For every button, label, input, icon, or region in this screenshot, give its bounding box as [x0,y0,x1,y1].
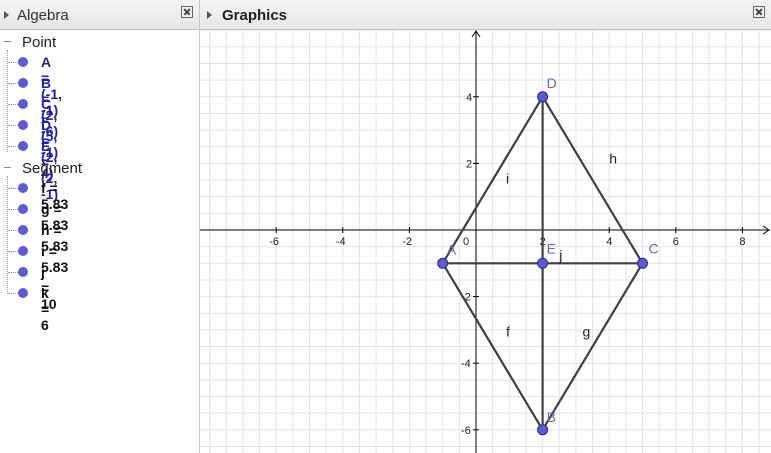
visibility-toggle[interactable] [18,141,28,151]
collapse-minus-icon[interactable] [4,41,11,42]
tree-connector [8,293,18,294]
category-label: Segment [22,160,83,177]
visibility-toggle[interactable] [18,120,28,130]
x-tick-label: 4 [606,236,612,248]
x-tick-label: 8 [739,236,745,248]
close-icon[interactable] [753,6,765,18]
graphics-titlebar: Graphics [200,0,771,30]
algebra-view: Algebra Point A = (-1, -1) B = (2, -6) C… [0,0,200,453]
x-tick-label: -2 [402,236,412,248]
y-tick-label: -4 [461,358,471,370]
point-label-E: E [547,240,556,256]
point-label-B: B [547,409,556,425]
visibility-toggle[interactable] [18,267,28,277]
point-D [537,91,549,103]
tree-line [7,50,8,152]
object-definition: k = 6 [41,285,50,333]
segment-label-g: g [583,324,591,340]
point-E [537,257,549,269]
point-C [637,257,648,269]
segment-label-f: f [506,324,510,340]
visibility-toggle[interactable] [18,204,28,214]
tree-connector [8,104,18,105]
visibility-toggle[interactable] [18,288,28,298]
graphics-canvas[interactable]: -6-4-20246842-2-4-6fghijABCDE [200,30,771,453]
tree-connector [8,146,18,147]
algebra-title: Algebra [17,7,69,24]
segment-label-h: h [609,150,617,166]
point-label-D: D [547,75,557,91]
y-tick-label: -6 [461,425,471,437]
segment-label-j: j [558,247,562,263]
point-B [537,424,549,436]
graphics-view: Graphics -6-4-20246842-2-4-6fghijABCDE [200,0,771,453]
category-label: Point [22,34,57,51]
visibility-toggle[interactable] [18,57,28,67]
point-label-C: C [649,240,659,256]
x-tick-label: -6 [269,236,279,248]
visibility-toggle[interactable] [18,99,28,109]
algebra-titlebar: Algebra [0,0,199,30]
collapse-minus-icon[interactable] [4,167,11,168]
point-label-A: A [447,241,457,257]
visibility-toggle[interactable] [18,78,28,88]
y-tick-label: 2 [466,158,472,170]
visibility-toggle[interactable] [18,225,28,235]
close-icon[interactable] [181,6,193,18]
tree-connector [8,251,18,252]
visibility-toggle[interactable] [18,246,28,256]
collapse-triangle-icon[interactable] [4,11,9,19]
tree-connector [8,230,18,231]
tree-connector [8,83,18,84]
y-tick-label: 4 [466,92,472,104]
tree-connector [8,188,18,189]
tree-connector [8,62,18,63]
visibility-toggle[interactable] [18,183,28,193]
point-A [437,257,449,269]
tree-connector [8,125,18,126]
x-tick-label: -4 [336,236,346,248]
x-tick-label: 0 [463,236,469,248]
x-tick-label: 6 [673,236,679,248]
collapse-triangle-icon[interactable] [207,11,212,19]
tree-connector [8,209,18,210]
tree-line [7,176,8,294]
segment-label-i: i [506,170,509,186]
tree-connector [8,272,18,273]
graphics-title: Graphics [222,7,288,24]
